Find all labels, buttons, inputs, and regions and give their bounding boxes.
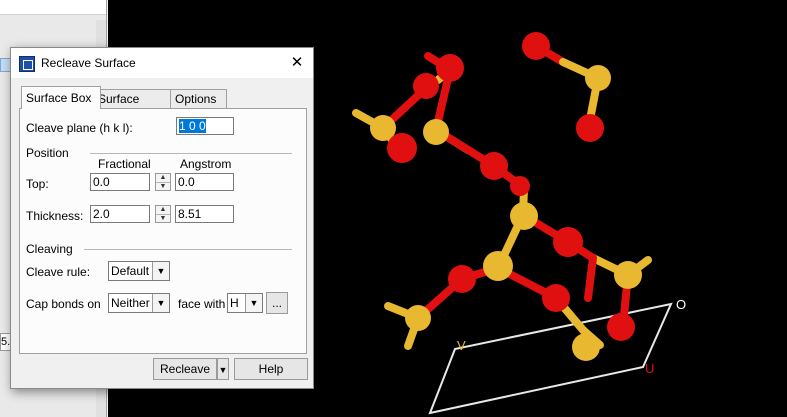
tab-surface-mesh[interactable]: Surface Mesh xyxy=(93,89,175,124)
cleave-plane-input[interactable]: 1 0 0 xyxy=(176,117,234,135)
fractional-column-label: Fractional xyxy=(98,157,151,171)
axis-label-u: U xyxy=(645,361,654,376)
atoms xyxy=(370,32,642,361)
chevron-down-icon: ▼ xyxy=(152,262,169,280)
help-button[interactable]: Help xyxy=(234,358,308,380)
tab-surface-box[interactable]: Surface Box xyxy=(21,86,101,109)
recleave-button[interactable]: Recleave xyxy=(153,358,217,380)
chevron-down-icon: ▼ xyxy=(152,294,169,312)
recleave-surface-dialog: Recleave Surface ✕ Surface Box Surface M… xyxy=(10,47,314,389)
position-separator xyxy=(90,153,292,154)
axis-label-o: O xyxy=(676,297,686,312)
top-angstrom-input[interactable]: 0.0 xyxy=(175,173,234,191)
dialog-titlebar[interactable]: Recleave Surface ✕ xyxy=(11,48,313,78)
face-with-more-button[interactable]: ... xyxy=(266,292,288,314)
cap-bonds-select[interactable]: Neither ▼ xyxy=(108,293,170,313)
app-icon xyxy=(19,56,35,72)
cleave-plane-label: Cleave plane (h k l): xyxy=(26,121,133,135)
top-fractional-input[interactable]: 0.0 xyxy=(90,173,150,191)
thickness-fractional-input[interactable]: 2.0 xyxy=(90,205,150,223)
surface-box-panel: Cleave plane (h k l): 1 0 0 Position Fra… xyxy=(19,108,307,354)
dialog-title: Recleave Surface xyxy=(41,56,136,70)
cleaving-heading: Cleaving xyxy=(26,242,73,256)
unit-cell-outline xyxy=(428,302,673,415)
face-with-select[interactable]: H ▼ xyxy=(227,293,263,313)
thickness-label: Thickness: xyxy=(26,209,84,223)
top-label: Top: xyxy=(26,177,49,191)
position-heading: Position xyxy=(26,146,69,160)
thickness-fractional-stepper[interactable]: ▲ ▼ xyxy=(155,205,171,223)
background-topbar xyxy=(0,0,106,15)
cleaving-separator xyxy=(84,249,292,250)
cap-bonds-label: Cap bonds on xyxy=(26,297,101,311)
axis-label-v: V xyxy=(457,338,466,353)
tab-options[interactable]: Options xyxy=(170,89,227,108)
cleave-rule-select[interactable]: Default ▼ xyxy=(108,261,170,281)
recleave-dropdown-button[interactable]: ▼ xyxy=(217,358,229,380)
face-with-label: face with xyxy=(178,297,226,311)
cleave-rule-label: Cleave rule: xyxy=(26,265,91,279)
angstrom-column-label: Angstrom xyxy=(180,157,232,171)
bonds xyxy=(352,42,652,350)
thickness-angstrom-input[interactable]: 8.51 xyxy=(175,205,234,223)
close-icon[interactable]: ✕ xyxy=(283,50,311,76)
chevron-down-icon: ▼ xyxy=(245,294,262,312)
chevron-down-icon: ▼ xyxy=(218,365,228,375)
top-fractional-stepper[interactable]: ▲ ▼ xyxy=(155,173,171,191)
